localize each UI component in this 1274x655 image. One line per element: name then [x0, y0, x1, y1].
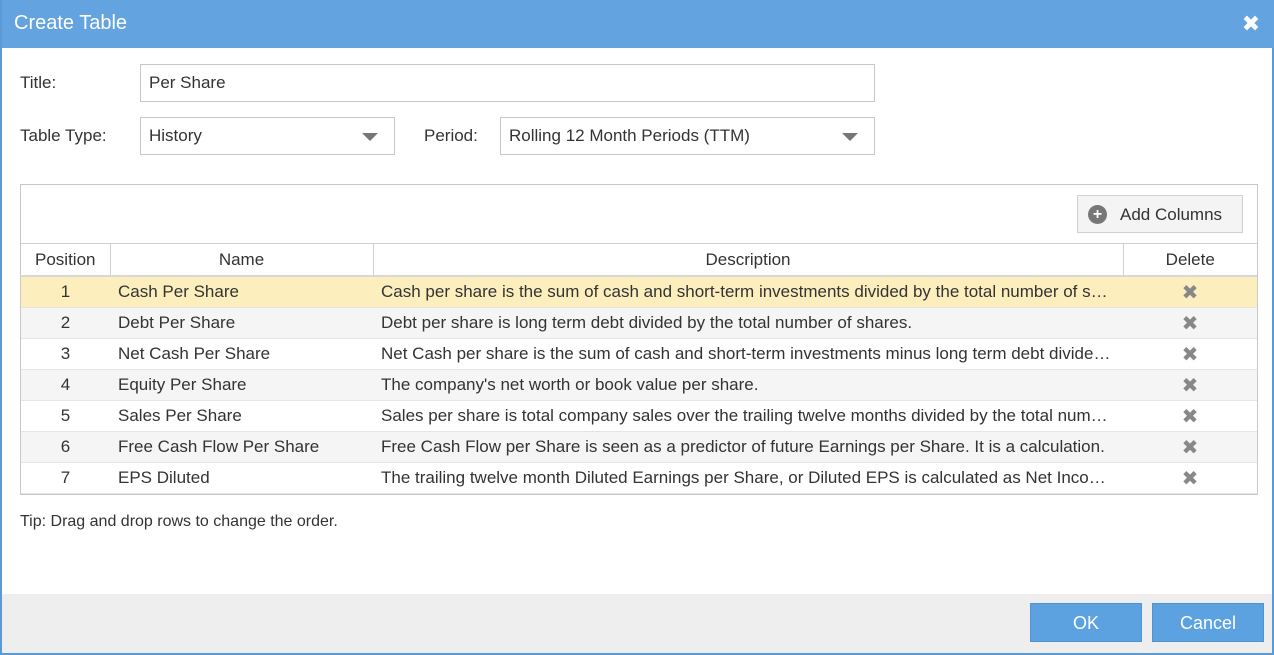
delete-x-icon[interactable]: ✖: [1182, 313, 1199, 335]
table-type-value: History: [149, 126, 202, 145]
delete-row-button[interactable]: ✖: [1123, 400, 1257, 432]
row-name: Debt Per Share: [110, 307, 373, 339]
delete-row-button[interactable]: ✖: [1123, 431, 1257, 463]
delete-x-icon[interactable]: ✖: [1182, 468, 1199, 490]
period-value: Rolling 12 Month Periods (TTM): [509, 126, 750, 145]
period-label: Period:: [424, 126, 478, 145]
table-type-label: Table Type:: [20, 126, 107, 145]
create-table-dialog: Create Table ✖ Title: Table Type: Histor…: [0, 0, 1274, 655]
plus-circle-icon: +: [1088, 205, 1107, 224]
cancel-button[interactable]: Cancel: [1152, 603, 1264, 642]
row-position: 5: [21, 400, 110, 432]
row-description: Sales per share is total company sales o…: [373, 400, 1123, 432]
table-header-row: Position Name Description Delete: [21, 243, 1257, 277]
add-columns-button[interactable]: + Add Columns: [1077, 195, 1243, 233]
table-row[interactable]: 1 Cash Per Share Cash per share is the s…: [21, 276, 1257, 308]
dialog-footer: OK Cancel: [2, 594, 1272, 653]
tip-text: Tip: Drag and drop rows to change the or…: [20, 513, 338, 530]
row-name: Sales Per Share: [110, 400, 373, 432]
delete-row-button[interactable]: ✖: [1123, 307, 1257, 339]
delete-x-icon[interactable]: ✖: [1182, 282, 1199, 304]
title-label: Title:: [20, 73, 57, 92]
table-row[interactable]: 2 Debt Per Share Debt per share is long …: [21, 307, 1257, 339]
row-position: 2: [21, 307, 110, 339]
table-row[interactable]: 7 EPS Diluted The trailing twelve month …: [21, 462, 1257, 494]
delete-x-icon[interactable]: ✖: [1182, 406, 1199, 428]
delete-row-button[interactable]: ✖: [1123, 276, 1257, 308]
chevron-down-icon[interactable]: [362, 133, 378, 141]
table-type-select[interactable]: History: [140, 117, 395, 155]
delete-row-button[interactable]: ✖: [1123, 338, 1257, 370]
row-description: Cash per share is the sum of cash and sh…: [373, 276, 1123, 308]
columns-table: Position Name Description Delete 1 Cash …: [21, 243, 1257, 494]
title-input[interactable]: [149, 66, 866, 100]
table-row[interactable]: 4 Equity Per Share The company's net wor…: [21, 369, 1257, 401]
close-icon[interactable]: ✖: [1238, 11, 1264, 37]
row-position: 4: [21, 369, 110, 401]
add-columns-label: Add Columns: [1120, 205, 1223, 224]
chevron-down-icon[interactable]: [842, 133, 858, 141]
row-name: Equity Per Share: [110, 369, 373, 401]
row-name: Free Cash Flow Per Share: [110, 431, 373, 463]
delete-x-icon[interactable]: ✖: [1182, 375, 1199, 397]
row-description: Net Cash per share is the sum of cash an…: [373, 338, 1123, 370]
row-description: The company's net worth or book value pe…: [373, 369, 1123, 401]
columns-grid: + Add Columns Position Name Description …: [20, 184, 1258, 495]
period-select[interactable]: Rolling 12 Month Periods (TTM): [500, 117, 875, 155]
table-row[interactable]: 6 Free Cash Flow Per Share Free Cash Flo…: [21, 431, 1257, 463]
row-position: 7: [21, 462, 110, 494]
column-header-delete[interactable]: Delete: [1123, 243, 1257, 277]
delete-row-button[interactable]: ✖: [1123, 369, 1257, 401]
row-name: Cash Per Share: [110, 276, 373, 308]
row-name: Net Cash Per Share: [110, 338, 373, 370]
row-name: EPS Diluted: [110, 462, 373, 494]
delete-x-icon[interactable]: ✖: [1182, 344, 1199, 366]
column-header-description[interactable]: Description: [373, 243, 1124, 277]
delete-x-icon[interactable]: ✖: [1182, 437, 1199, 459]
delete-row-button[interactable]: ✖: [1123, 462, 1257, 494]
column-header-position[interactable]: Position: [21, 243, 111, 277]
row-position: 6: [21, 431, 110, 463]
row-description: Debt per share is long term debt divided…: [373, 307, 1123, 339]
row-description: Free Cash Flow per Share is seen as a pr…: [373, 431, 1123, 463]
table-row[interactable]: 3 Net Cash Per Share Net Cash per share …: [21, 338, 1257, 370]
table-row[interactable]: 5 Sales Per Share Sales per share is tot…: [21, 400, 1257, 432]
dialog-title: Create Table: [14, 12, 128, 34]
dialog-titlebar: Create Table ✖: [2, 0, 1274, 48]
row-description: The trailing twelve month Diluted Earnin…: [373, 462, 1123, 494]
title-field[interactable]: [140, 64, 875, 102]
row-position: 1: [21, 276, 110, 308]
row-position: 3: [21, 338, 110, 370]
column-header-name[interactable]: Name: [110, 243, 374, 277]
ok-button[interactable]: OK: [1030, 603, 1142, 642]
